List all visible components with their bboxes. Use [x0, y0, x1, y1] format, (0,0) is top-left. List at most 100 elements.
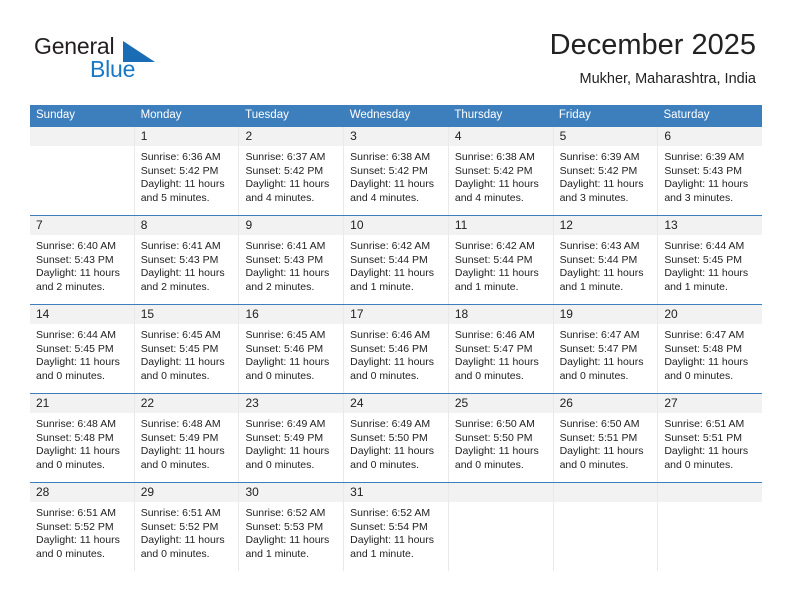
day-cell[interactable]: 1 Sunrise: 6:36 AM Sunset: 5:42 PM Dayli…: [134, 127, 240, 215]
day-details: Sunrise: 6:49 AM Sunset: 5:50 PM Dayligh…: [344, 413, 448, 472]
day-cell[interactable]: 6 Sunrise: 6:39 AM Sunset: 5:43 PM Dayli…: [658, 127, 763, 215]
sunset-text: Sunset: 5:47 PM: [454, 342, 533, 355]
daylight-text-line2: and 3 minutes.: [559, 191, 629, 204]
sunset-text: Sunset: 5:49 PM: [140, 431, 219, 444]
day-number: 14: [30, 305, 134, 324]
day-cell[interactable]: 21 Sunrise: 6:48 AM Sunset: 5:48 PM Dayl…: [30, 394, 135, 482]
logo-text-blue: Blue: [90, 56, 136, 82]
daylight-text-line1: Daylight: 11 hours: [559, 178, 644, 191]
day-cell[interactable]: 17 Sunrise: 6:46 AM Sunset: 5:46 PM Dayl…: [344, 305, 449, 393]
sunset-text: Sunset: 5:47 PM: [559, 342, 638, 355]
day-number: 30: [239, 483, 344, 502]
day-cell[interactable]: 2 Sunrise: 6:37 AM Sunset: 5:42 PM Dayli…: [239, 127, 345, 215]
day-cell[interactable]: 3 Sunrise: 6:38 AM Sunset: 5:42 PM Dayli…: [344, 127, 449, 215]
daylight-text-line2: and 3 minutes.: [664, 191, 734, 204]
day-cell[interactable]: 27 Sunrise: 6:51 AM Sunset: 5:51 PM Dayl…: [658, 394, 763, 482]
day-cell[interactable]: 12 Sunrise: 6:43 AM Sunset: 5:44 PM Dayl…: [553, 216, 659, 304]
day-cell[interactable]: 29 Sunrise: 6:51 AM Sunset: 5:52 PM Dayl…: [134, 483, 240, 571]
sunrise-text: Sunrise: 6:50 AM: [559, 418, 640, 430]
sunrise-text: Sunrise: 6:47 AM: [664, 329, 745, 341]
sunrise-text: Sunrise: 6:45 AM: [245, 329, 326, 341]
day-cell[interactable]: 20 Sunrise: 6:47 AM Sunset: 5:48 PM Dayl…: [658, 305, 763, 393]
day-cell[interactable]: 13 Sunrise: 6:44 AM Sunset: 5:45 PM Dayl…: [658, 216, 763, 304]
weekday-wednesday: Wednesday: [349, 109, 411, 121]
daylight-text-line1: Daylight: 11 hours: [664, 356, 749, 369]
daylight-text-line2: and 0 minutes.: [454, 369, 524, 382]
sunrise-text: Sunrise: 6:36 AM: [140, 151, 221, 163]
week-row: 28 Sunrise: 6:51 AM Sunset: 5:52 PM Dayl…: [30, 482, 763, 571]
day-cell[interactable]: 23 Sunrise: 6:49 AM Sunset: 5:49 PM Dayl…: [239, 394, 345, 482]
day-cell[interactable]: 10 Sunrise: 6:42 AM Sunset: 5:44 PM Dayl…: [344, 216, 449, 304]
day-cell[interactable]: 11 Sunrise: 6:42 AM Sunset: 5:44 PM Dayl…: [448, 216, 554, 304]
day-cell[interactable]: 15 Sunrise: 6:45 AM Sunset: 5:45 PM Dayl…: [134, 305, 240, 393]
day-cell[interactable]: 25 Sunrise: 6:50 AM Sunset: 5:50 PM Dayl…: [448, 394, 554, 482]
sunset-text: Sunset: 5:43 PM: [245, 253, 324, 266]
day-cell[interactable]: 22 Sunrise: 6:48 AM Sunset: 5:49 PM Dayl…: [134, 394, 240, 482]
sunset-text: Sunset: 5:51 PM: [664, 431, 742, 444]
sunrise-text: Sunrise: 6:44 AM: [36, 329, 116, 341]
day-details: Sunrise: 6:45 AM Sunset: 5:45 PM Dayligh…: [135, 324, 239, 383]
daylight-text-line1: Daylight: 11 hours: [36, 534, 120, 547]
day-cell[interactable]: 31 Sunrise: 6:52 AM Sunset: 5:54 PM Dayl…: [344, 483, 449, 571]
page-title: December 2025: [549, 29, 756, 61]
sunset-text: Sunset: 5:54 PM: [350, 520, 428, 533]
day-cell[interactable]: [553, 483, 659, 571]
daylight-text-line1: Daylight: 11 hours: [350, 267, 435, 280]
day-cell[interactable]: 26 Sunrise: 6:50 AM Sunset: 5:51 PM Dayl…: [553, 394, 659, 482]
day-details: Sunrise: 6:45 AM Sunset: 5:46 PM Dayligh…: [239, 324, 343, 383]
sunset-text: Sunset: 5:50 PM: [454, 431, 533, 444]
sunrise-text: Sunrise: 6:52 AM: [245, 507, 326, 519]
day-cell[interactable]: 9 Sunrise: 6:41 AM Sunset: 5:43 PM Dayli…: [239, 216, 345, 304]
weekday-tuesday: Tuesday: [245, 109, 289, 121]
sunrise-text: Sunrise: 6:48 AM: [36, 418, 116, 430]
daylight-text-line1: Daylight: 11 hours: [140, 534, 225, 547]
sunset-text: Sunset: 5:42 PM: [245, 164, 324, 177]
day-number: 28: [30, 483, 134, 502]
day-cell[interactable]: 7 Sunrise: 6:40 AM Sunset: 5:43 PM Dayli…: [30, 216, 135, 304]
sunrise-text: Sunrise: 6:44 AM: [664, 240, 745, 252]
day-details: Sunrise: 6:52 AM Sunset: 5:53 PM Dayligh…: [239, 502, 343, 561]
sunset-text: Sunset: 5:52 PM: [140, 520, 219, 533]
sunrise-text: Sunrise: 6:49 AM: [245, 418, 326, 430]
day-cell[interactable]: 8 Sunrise: 6:41 AM Sunset: 5:43 PM Dayli…: [134, 216, 240, 304]
daylight-text-line2: and 1 minute.: [454, 280, 519, 293]
day-cell[interactable]: 14 Sunrise: 6:44 AM Sunset: 5:45 PM Dayl…: [30, 305, 135, 393]
daylight-text-line2: and 4 minutes.: [454, 191, 524, 204]
day-cell[interactable]: 4 Sunrise: 6:38 AM Sunset: 5:42 PM Dayli…: [448, 127, 554, 215]
sunrise-text: Sunrise: 6:48 AM: [140, 418, 221, 430]
general-blue-logo[interactable]: General Blue: [34, 33, 214, 89]
daylight-text-line1: Daylight: 11 hours: [454, 267, 539, 280]
day-cell[interactable]: 19 Sunrise: 6:47 AM Sunset: 5:47 PM Dayl…: [553, 305, 659, 393]
day-number: 2: [239, 127, 344, 146]
day-details: Sunrise: 6:41 AM Sunset: 5:43 PM Dayligh…: [239, 235, 343, 294]
day-cell[interactable]: 5 Sunrise: 6:39 AM Sunset: 5:42 PM Dayli…: [553, 127, 659, 215]
day-details: Sunrise: 6:40 AM Sunset: 5:43 PM Dayligh…: [30, 235, 134, 294]
day-details: Sunrise: 6:44 AM Sunset: 5:45 PM Dayligh…: [658, 235, 762, 294]
weekday-friday: Friday: [558, 109, 591, 121]
daylight-text-line1: Daylight: 11 hours: [664, 445, 749, 458]
day-details: Sunrise: 6:44 AM Sunset: 5:45 PM Dayligh…: [30, 324, 134, 383]
day-cell[interactable]: 30 Sunrise: 6:52 AM Sunset: 5:53 PM Dayl…: [239, 483, 345, 571]
week-row: 7 Sunrise: 6:40 AM Sunset: 5:43 PM Dayli…: [30, 215, 763, 304]
week-row: 21 Sunrise: 6:48 AM Sunset: 5:48 PM Dayl…: [30, 393, 763, 482]
sunrise-text: Sunrise: 6:46 AM: [454, 329, 535, 341]
sunrise-text: Sunrise: 6:50 AM: [454, 418, 535, 430]
day-cell[interactable]: 18 Sunrise: 6:46 AM Sunset: 5:47 PM Dayl…: [448, 305, 554, 393]
day-cell[interactable]: 16 Sunrise: 6:45 AM Sunset: 5:46 PM Dayl…: [239, 305, 345, 393]
daylight-text-line1: Daylight: 11 hours: [454, 445, 539, 458]
calendar-grid: Sunday Monday Tuesday Wednesday Thursday…: [30, 105, 763, 571]
day-cell[interactable]: [658, 483, 763, 571]
day-cell[interactable]: [30, 127, 135, 215]
daylight-text-line2: and 0 minutes.: [454, 458, 524, 471]
sunrise-text: Sunrise: 6:52 AM: [350, 507, 431, 519]
sunset-text: Sunset: 5:49 PM: [245, 431, 324, 444]
day-cell[interactable]: [448, 483, 554, 571]
sunset-text: Sunset: 5:48 PM: [664, 342, 742, 355]
day-number: 11: [448, 216, 553, 235]
daylight-text-line2: and 0 minutes.: [245, 369, 315, 382]
day-cell[interactable]: 24 Sunrise: 6:49 AM Sunset: 5:50 PM Dayl…: [344, 394, 449, 482]
page-header: General Blue December 2025 Mukher, Mahar…: [0, 0, 792, 104]
daylight-text-line2: and 0 minutes.: [140, 458, 210, 471]
daylight-text-line1: Daylight: 11 hours: [559, 356, 644, 369]
day-cell[interactable]: 28 Sunrise: 6:51 AM Sunset: 5:52 PM Dayl…: [30, 483, 135, 571]
